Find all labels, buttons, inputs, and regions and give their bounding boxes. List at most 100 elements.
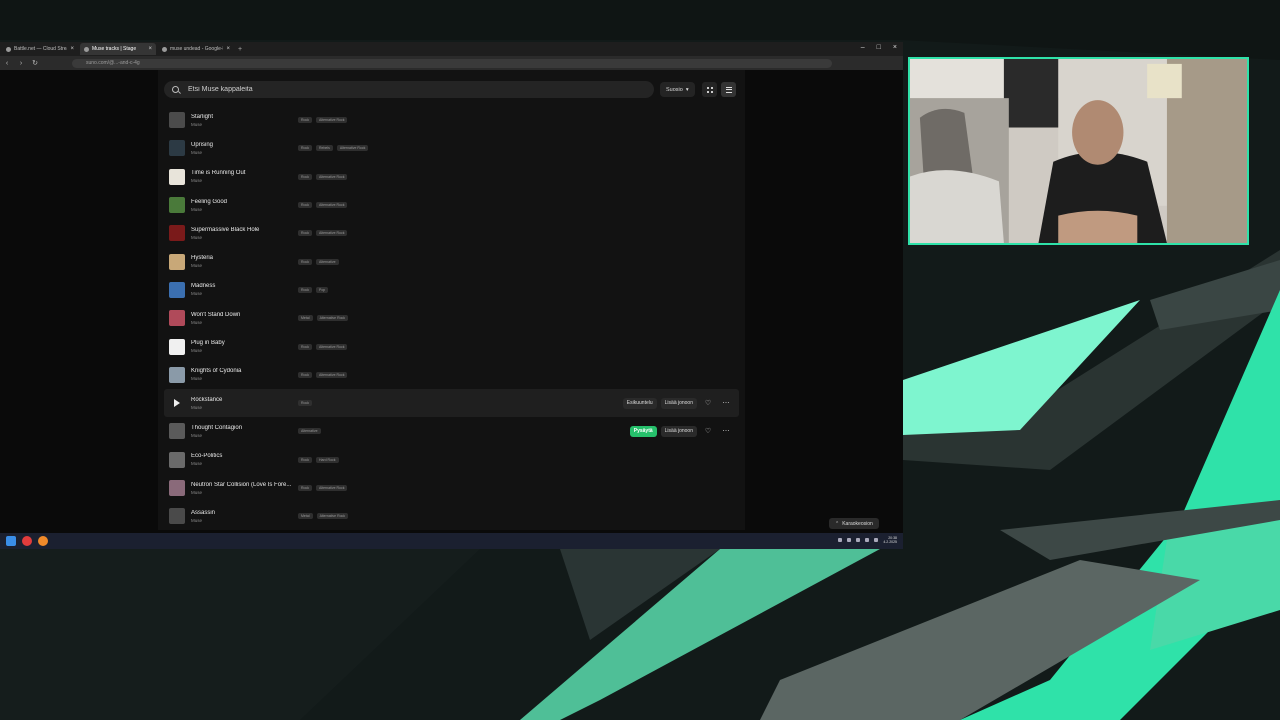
back-icon[interactable]: ‹: [0, 60, 14, 67]
album-cover: [169, 310, 185, 327]
chevron-up-icon: ⌃: [835, 520, 840, 527]
genre-chip: Rock: [298, 371, 312, 378]
maximize-icon[interactable]: □: [877, 44, 881, 51]
track-row[interactable]: Eco-Politics Muse Rock Hard Rock: [164, 446, 739, 474]
album-cover: [169, 508, 185, 525]
track-row[interactable]: Won't Stand Down Muse Metal Alternative Roc…: [164, 304, 739, 332]
preview-button[interactable]: Esikuuntelu: [622, 397, 657, 409]
browser-tab[interactable]: muse undead - Google-haku ×: [158, 43, 234, 55]
track-meta: Thought Contagion Muse: [191, 425, 299, 438]
sort-dropdown[interactable]: Suosio ▾: [660, 82, 695, 97]
track-tags: Rock Alternative Rock: [298, 117, 348, 124]
grid-view-button[interactable]: [702, 82, 717, 97]
album-cover: [169, 225, 185, 242]
volume-icon[interactable]: [874, 538, 879, 542]
close-icon[interactable]: ×: [148, 46, 152, 52]
track-row[interactable]: Rockstance Muse Rock Esikuuntelu Lisää jonoo…: [164, 388, 739, 418]
tray-icon[interactable]: [856, 538, 861, 542]
close-icon[interactable]: ×: [70, 46, 74, 52]
close-icon[interactable]: ×: [226, 46, 230, 52]
app-taskbar-icon[interactable]: [38, 536, 48, 546]
windows-start-icon[interactable]: [6, 536, 16, 546]
genre-chip: Alternative: [315, 258, 339, 265]
genre-chip: Alternative: [298, 428, 321, 435]
track-list: Starlight Muse Rock Alternative Rock Uprisin…: [164, 106, 739, 530]
track-meta: Won't Stand Down Muse: [191, 312, 299, 325]
genre-chip: Rock: [298, 400, 312, 407]
tab-label: Battle.net — Cloud Streaming Box: [14, 46, 67, 52]
track-title: Feeling Good: [191, 198, 228, 205]
track-title: Hysteria: [191, 255, 214, 262]
track-actions: Esikuuntelu Lisää jonoon ♡ ⋯: [622, 397, 733, 409]
tray-icon[interactable]: [838, 538, 843, 542]
track-row[interactable]: Madness Muse Rock Pop: [164, 276, 739, 304]
stop-button[interactable]: Pysäytä: [629, 425, 657, 437]
genre-chip: Hard Rock: [315, 456, 339, 463]
heart-icon[interactable]: ♡: [701, 426, 715, 437]
new-tab-icon[interactable]: +: [238, 46, 242, 53]
album-cover: [169, 281, 185, 298]
url-field[interactable]: suno.com/@...-and-c-4g: [72, 58, 832, 68]
genre-chip: Rock: [298, 145, 312, 152]
track-row[interactable]: Uprising Muse Rock Rebels Alternative Rock: [164, 134, 739, 162]
genre-chip: Alternative Rock: [315, 202, 348, 209]
track-row[interactable]: Feeling Good Muse Rock Alternative Rock: [164, 191, 739, 219]
track-row[interactable]: Assassin Muse Metal Alternative Rock: [164, 502, 739, 530]
genre-chip: Rock: [298, 258, 312, 265]
track-row[interactable]: Plug in Baby Muse Rock Alternative Rock: [164, 332, 739, 360]
track-title: Eco-Politics: [191, 453, 223, 460]
track-row[interactable]: Starlight Muse Rock Alternative Rock: [164, 106, 739, 134]
genre-chip: Alternative Rock: [315, 173, 348, 180]
browser-address-bar: ‹ › ↻ suno.com/@...-and-c-4g: [0, 56, 903, 70]
track-artist: Muse: [191, 263, 203, 269]
play-icon[interactable]: [169, 395, 185, 411]
track-row[interactable]: Knights of Cydonia Muse Rock Alternative Ro…: [164, 361, 739, 389]
album-cover: [169, 338, 185, 355]
track-title: Knights of Cydonia: [191, 368, 242, 375]
tray-icon[interactable]: [847, 538, 852, 542]
genre-chip: Alternative Rock: [315, 230, 348, 237]
reload-icon[interactable]: ↻: [28, 59, 42, 67]
track-artist: Muse: [191, 291, 203, 297]
track-row[interactable]: Neutron Star Collision (Love Is Fore... M…: [164, 474, 739, 502]
search-input[interactable]: [186, 85, 630, 94]
heart-icon[interactable]: ♡: [701, 398, 715, 409]
track-title: Neutron Star Collision (Love Is Fore...: [191, 481, 292, 488]
list-view-button[interactable]: [721, 82, 736, 97]
browser-tab-active[interactable]: Muse tracks | Stage ×: [80, 43, 156, 55]
more-options-icon[interactable]: ⋯: [719, 426, 733, 437]
more-options-icon[interactable]: ⋯: [719, 398, 733, 409]
forward-icon[interactable]: ›: [14, 60, 28, 67]
tray-icon[interactable]: [865, 538, 870, 542]
track-row[interactable]: Time is Running Out Muse Rock Alternative R…: [164, 163, 739, 191]
track-title: Won't Stand Down: [191, 311, 241, 318]
track-row[interactable]: Supermassive Black Hole Muse Rock Alternati…: [164, 219, 739, 247]
browser-taskbar-icon[interactable]: [22, 536, 32, 546]
karaoke-button[interactable]: ⌃ Karaokeosion: [829, 518, 879, 529]
track-row[interactable]: Hysteria Muse Rock Alternative: [164, 247, 739, 275]
clock[interactable]: 20:38 4.2.2025: [883, 536, 897, 544]
genre-chip: Rock: [298, 230, 312, 237]
genre-chip: Rock: [298, 485, 312, 491]
album-cover: [169, 168, 185, 185]
track-tags: Alternative: [298, 428, 321, 435]
track-tags: Rock Rebels Alternative Rock: [298, 145, 369, 152]
add-to-queue-button[interactable]: Lisää jonoon: [660, 397, 697, 409]
window-controls: – □ ×: [861, 44, 897, 51]
system-tray: 20:38 4.2.2025: [838, 536, 897, 544]
genre-chip: Alternative Rock: [315, 117, 348, 124]
search-bar[interactable]: [164, 81, 654, 98]
minimize-icon[interactable]: –: [861, 44, 865, 51]
track-meta: Assassin Muse: [191, 510, 299, 523]
music-app: Suosio ▾ StarlightMuseRockAlternative Ro…: [158, 70, 745, 530]
add-to-queue-button[interactable]: Lisää jonoon: [660, 425, 697, 437]
sort-label: Suosio: [666, 86, 683, 93]
track-title: Supermassive Black Hole: [191, 226, 260, 233]
track-row[interactable]: Thought Contagion Muse Alternative Pysäytä L…: [164, 417, 739, 445]
browser-tab[interactable]: Battle.net — Cloud Streaming Box ×: [2, 43, 78, 55]
album-cover: [169, 366, 185, 383]
genre-chip: Rock: [298, 202, 312, 209]
genre-chip: Alternative Rock: [316, 315, 349, 322]
close-window-icon[interactable]: ×: [893, 44, 897, 51]
genre-chip: Alternative Rock: [315, 343, 348, 350]
